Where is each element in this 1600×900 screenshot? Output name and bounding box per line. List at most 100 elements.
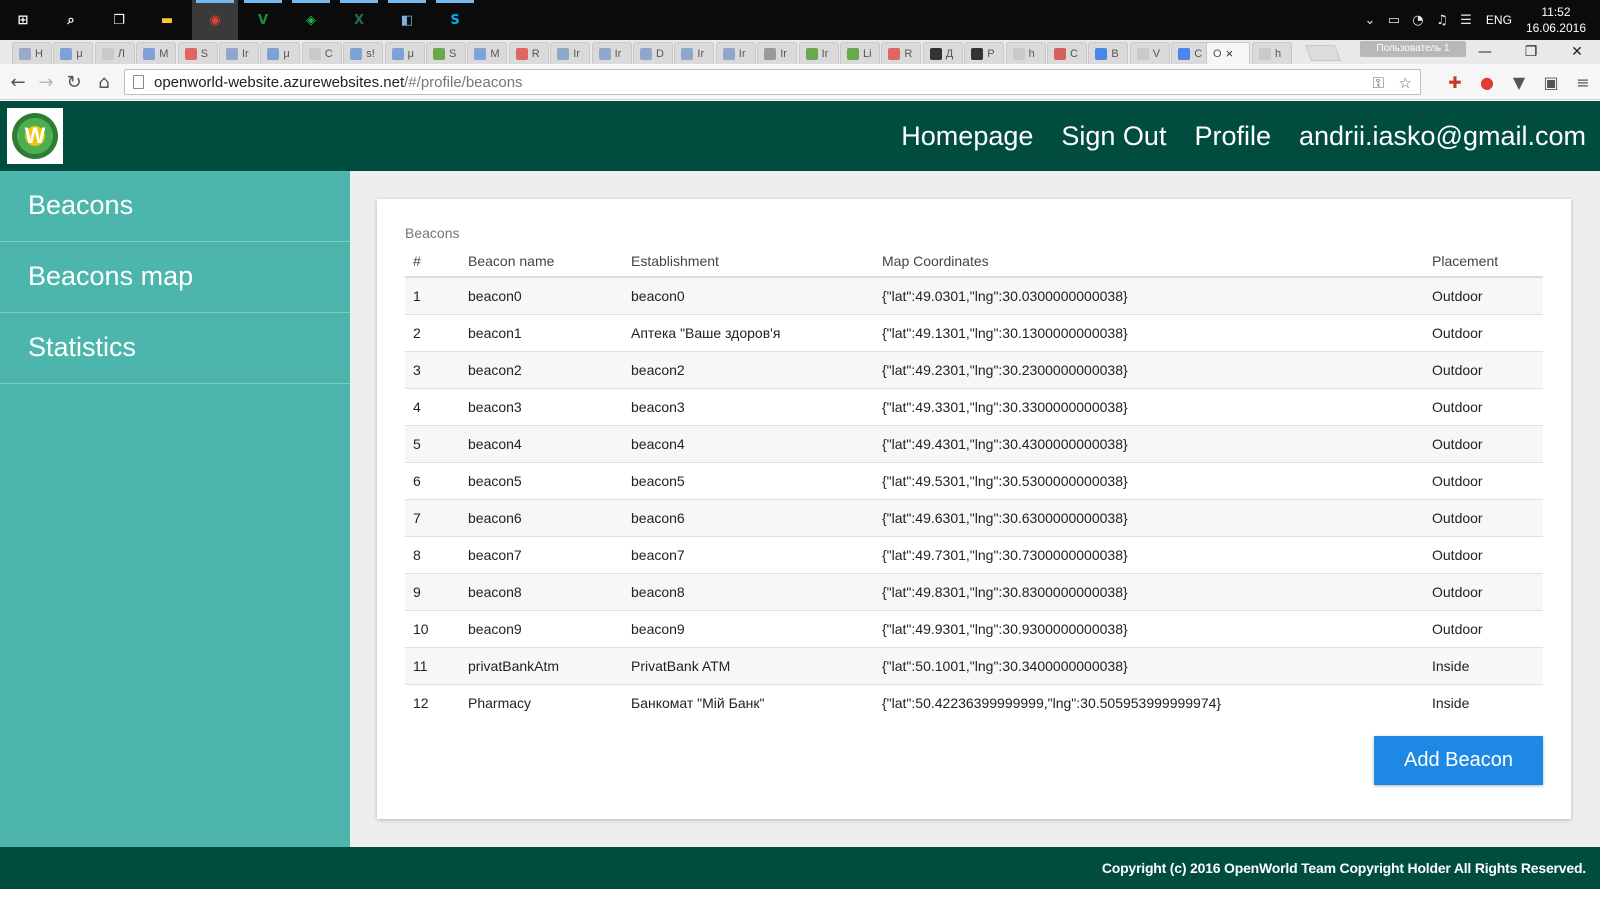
- battery-icon[interactable]: ▭: [1382, 13, 1406, 28]
- table-row[interactable]: 1 beacon0 beacon0 {"lat":49.0301,"lng":30.0…: [405, 276, 1543, 314]
- new-tab-button[interactable]: [1305, 45, 1341, 61]
- browser-tab[interactable]: Li: [840, 42, 880, 64]
- browser-tab[interactable]: h: [1005, 42, 1046, 64]
- browser-tab[interactable]: P: [964, 42, 1005, 64]
- translate-icon[interactable]: ▣: [1541, 72, 1561, 92]
- cell-map-coordinates: {"lat":49.6301,"lng":30.6300000000038}: [874, 498, 1424, 536]
- taskbar-app[interactable]: ▬: [144, 0, 190, 40]
- taskbar-app[interactable]: S: [432, 0, 478, 40]
- browser-tab[interactable]: Ir: [591, 42, 632, 64]
- table-row[interactable]: 4 beacon3 beacon3 {"lat":49.3301,"lng":30.3…: [405, 387, 1543, 425]
- browser-tab[interactable]: h: [1252, 42, 1292, 64]
- clock[interactable]: 11:52 16.06.2016: [1526, 4, 1586, 36]
- table-row[interactable]: 12 Pharmacy Банкомат "Мій Банк" {"lat":50.4…: [405, 683, 1543, 721]
- windows-taskbar: ⊞ ⌕ ❐ ▬ ◉ V ◈ X ◧ S ⌄ ▭ ◔ ♫ ☰ ENG 11:52 16.06.201…: [0, 0, 1600, 40]
- sidebar-item-beacons-map[interactable]: Beacons map: [0, 242, 350, 313]
- address-bar[interactable]: openworld-website.azurewebsites.net/#/pr…: [124, 69, 1421, 95]
- notifications-icon[interactable]: ☰: [1454, 13, 1478, 28]
- taskbar-app[interactable]: ❐: [96, 0, 142, 40]
- nav-homepage-link[interactable]: Homepage: [901, 121, 1033, 152]
- table-row[interactable]: 5 beacon4 beacon4 {"lat":49.4301,"lng":30.4…: [405, 424, 1543, 462]
- browser-tab[interactable]: R: [508, 42, 549, 64]
- wifi-icon[interactable]: ◔: [1406, 13, 1430, 28]
- taskbar-app[interactable]: ◧: [384, 0, 430, 40]
- skype-icon: S: [450, 12, 460, 28]
- browser-tab[interactable]: B: [1088, 42, 1129, 64]
- nav-user-email-link[interactable]: andrii.iasko@gmail.com: [1299, 121, 1586, 152]
- browser-tab[interactable]: S: [177, 42, 218, 64]
- browser-tab[interactable]: Ir: [757, 42, 798, 64]
- browser-tab[interactable]: V: [1129, 42, 1170, 64]
- forward-button[interactable]: →: [34, 70, 58, 94]
- table-row[interactable]: 3 beacon2 beacon2 {"lat":49.2301,"lng":30.2…: [405, 350, 1543, 388]
- home-button[interactable]: ⌂: [92, 70, 116, 94]
- language-indicator[interactable]: ENG: [1486, 13, 1512, 27]
- browser-tab[interactable]: D: [633, 42, 673, 64]
- menu-icon[interactable]: ≡: [1573, 72, 1593, 92]
- cell-establishment: beacon3: [623, 387, 874, 425]
- pocket-icon[interactable]: ▼: [1509, 72, 1529, 92]
- cell-placement: Outdoor: [1424, 387, 1543, 425]
- key-icon[interactable]: ⚿: [1373, 74, 1384, 92]
- browser-tab[interactable]: Ir: [219, 42, 259, 64]
- table-row[interactable]: 6 beacon5 beacon5 {"lat":49.5301,"lng":30.5…: [405, 461, 1543, 499]
- browser-tab[interactable]: Л: [94, 42, 135, 64]
- browser-tab[interactable]: H: [12, 42, 52, 64]
- browser-tab[interactable]: C: [301, 42, 342, 64]
- tab-label: h: [1275, 47, 1282, 60]
- system-tray: ⌄ ▭ ◔ ♫ ☰ ENG 11:52 16.06.2016: [1358, 0, 1600, 40]
- browser-tab[interactable]: R: [881, 42, 922, 64]
- tab-favicon-icon: [1259, 47, 1271, 60]
- browser-tab[interactable]: Д: [922, 42, 963, 64]
- reload-button[interactable]: ↻: [62, 70, 86, 94]
- bookmark-star-icon[interactable]: ☆: [1399, 74, 1412, 92]
- table-row[interactable]: 2 beacon1 Аптека "Ваше здоров'я {"lat":49.1…: [405, 313, 1543, 351]
- cell-number: 6: [405, 461, 460, 499]
- table-row[interactable]: 7 beacon6 beacon6 {"lat":49.6301,"lng":30.6…: [405, 498, 1543, 536]
- cell-map-coordinates: {"lat":49.2301,"lng":30.2300000000038}: [874, 350, 1424, 388]
- browser-tab[interactable]: s!: [343, 42, 384, 64]
- browser-tab[interactable]: μ: [260, 42, 301, 64]
- chevron-up-icon[interactable]: ⌄: [1358, 13, 1382, 28]
- browser-tab[interactable]: S: [426, 42, 466, 64]
- browser-tab-active[interactable]: O ×: [1206, 42, 1250, 64]
- table-row[interactable]: 10 beacon9 beacon9 {"lat":49.9301,"lng":30.…: [405, 609, 1543, 647]
- opera-extension-icon[interactable]: ●: [1477, 72, 1497, 92]
- url-text[interactable]: openworld-website.azurewebsites.net/#/pr…: [154, 74, 523, 91]
- add-beacon-button[interactable]: Add Beacon: [1374, 736, 1543, 785]
- nav-sign-out-link[interactable]: Sign Out: [1061, 121, 1166, 152]
- taskbar-app[interactable]: ◈: [288, 0, 334, 40]
- nav-profile-link[interactable]: Profile: [1194, 121, 1271, 152]
- taskbar-app[interactable]: ◉: [192, 0, 238, 40]
- table-row[interactable]: 8 beacon7 beacon7 {"lat":49.7301,"lng":30.7…: [405, 535, 1543, 573]
- table-row[interactable]: 11 privatBankAtm PrivatBank ATM {"lat":50.1…: [405, 646, 1543, 684]
- table-row[interactable]: 9 beacon8 beacon8 {"lat":49.8301,"lng":30.8…: [405, 572, 1543, 610]
- back-button[interactable]: ←: [6, 70, 30, 94]
- close-window-button[interactable]: ✕: [1554, 40, 1600, 64]
- cell-establishment: beacon7: [623, 535, 874, 573]
- browser-tab[interactable]: Ir: [798, 42, 839, 64]
- tab-label: s!: [366, 47, 375, 60]
- browser-tab[interactable]: μ: [384, 42, 425, 64]
- browser-tab[interactable]: C: [1047, 42, 1087, 64]
- profile-user-badge[interactable]: Пользователь 1: [1360, 41, 1466, 57]
- minimize-button[interactable]: —: [1462, 40, 1508, 64]
- maximize-button[interactable]: ❐: [1508, 40, 1554, 64]
- taskbar-app[interactable]: X: [336, 0, 382, 40]
- taskbar-app[interactable]: V: [240, 0, 286, 40]
- sidebar-item-beacons[interactable]: Beacons: [0, 171, 350, 242]
- volume-icon[interactable]: ♫: [1430, 13, 1454, 28]
- browser-tab[interactable]: Ir: [674, 42, 715, 64]
- openworld-logo[interactable]: W: [7, 108, 63, 164]
- browser-tab[interactable]: Ir: [550, 42, 591, 64]
- browser-tab[interactable]: M: [467, 42, 508, 64]
- puzzle-extension-icon[interactable]: ✚: [1445, 72, 1465, 92]
- browser-tab[interactable]: Ir: [715, 42, 756, 64]
- taskbar-app[interactable]: ⌕: [48, 0, 94, 40]
- tab-close-icon[interactable]: ×: [1226, 46, 1234, 61]
- sidebar-item-statistics[interactable]: Statistics: [0, 313, 350, 384]
- browser-tab[interactable]: M: [136, 42, 177, 64]
- taskbar-app[interactable]: ⊞: [0, 0, 46, 40]
- tab-label: μ: [407, 47, 414, 60]
- browser-tab[interactable]: μ: [53, 42, 94, 64]
